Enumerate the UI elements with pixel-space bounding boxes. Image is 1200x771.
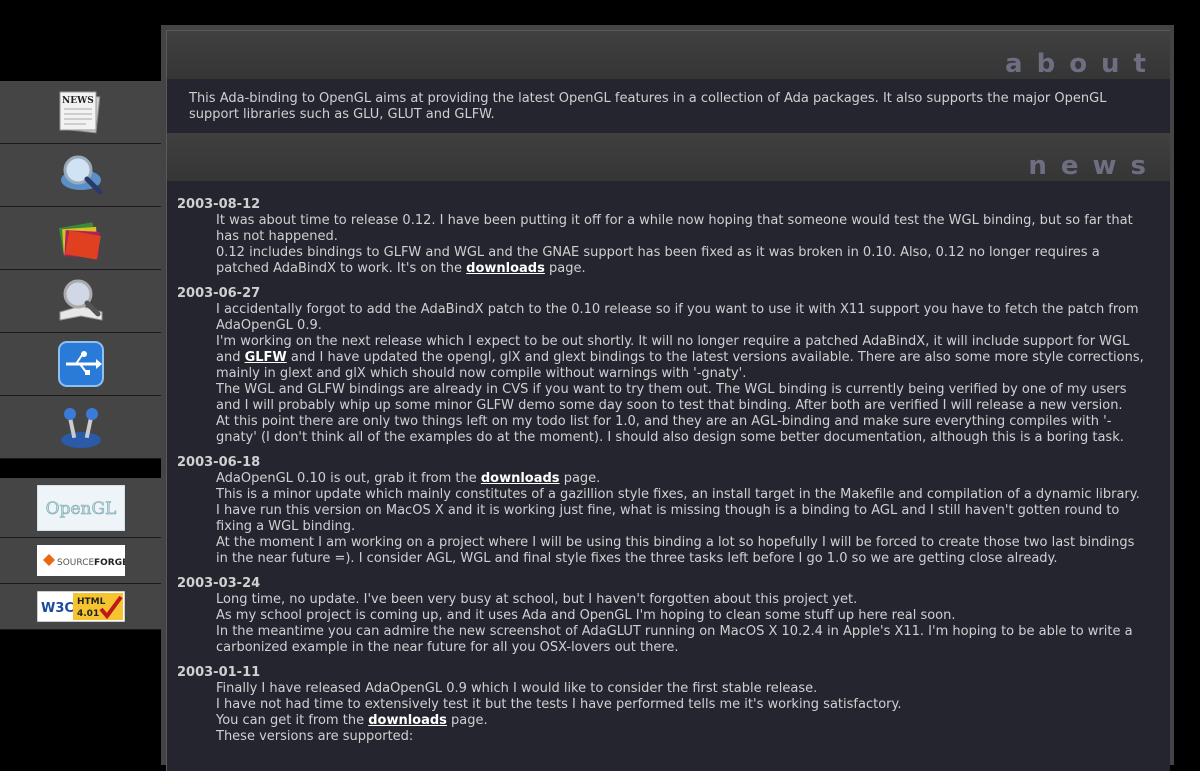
news-paragraph: This is a minor update which mainly cons… xyxy=(216,487,1140,502)
news-paragraph: At the moment I am working on a project … xyxy=(216,535,1135,566)
news-item: AdaOpenGL 0.10 is out, grab it from the … xyxy=(177,471,1150,567)
news-paragraph: 0.12 includes bindings to GLFW and WGL a… xyxy=(216,245,1100,276)
news-list: 2003-08-12 It was about time to release … xyxy=(167,181,1170,745)
svg-text:W3C: W3C xyxy=(41,601,74,616)
downloads-link[interactable]: downloads xyxy=(466,261,545,276)
nav-download-button[interactable] xyxy=(0,333,161,396)
svg-text:SOURCE: SOURCE xyxy=(57,558,94,568)
nav-search-button[interactable] xyxy=(0,144,161,207)
news-paragraph: Long time, no update. I've been very bus… xyxy=(216,592,858,607)
nav-news-button[interactable]: NEWS xyxy=(0,81,161,144)
news-paragraph: Finally I have released AdaOpenGL 0.9 wh… xyxy=(216,681,818,696)
news-paragraph: I have not had time to extensively test … xyxy=(216,697,902,712)
joystick-icon xyxy=(60,408,101,448)
sourceforge-logo: SOURCE FORGE xyxy=(36,545,125,576)
w3c-html-badge-row[interactable]: W3C HTML 4.01 xyxy=(0,584,161,630)
downloads-link[interactable]: downloads xyxy=(368,713,447,728)
about-heading: about xyxy=(1005,49,1160,79)
book-magnifier-icon xyxy=(59,279,102,321)
nav-books-button[interactable] xyxy=(0,207,161,270)
svg-text:HTML: HTML xyxy=(77,597,106,607)
nav-games-button[interactable] xyxy=(0,396,161,459)
news-item: I accidentally forgot to add the AdaBind… xyxy=(177,302,1150,446)
sidebar-gap xyxy=(0,459,161,478)
newspaper-icon: NEWS xyxy=(59,91,100,134)
about-header: about xyxy=(167,31,1170,79)
news-item: It was about time to release 0.12. I hav… xyxy=(177,213,1150,277)
news-date: 2003-08-12 xyxy=(177,197,261,212)
news-paragraph: At this point there are only two things … xyxy=(216,414,1124,445)
news-item: Long time, no update. I've been very bus… xyxy=(177,592,1150,656)
news-paragraph: The WGL and GLFW bindings are already in… xyxy=(216,382,1127,413)
news-paragraph: As my school project is coming up, and i… xyxy=(216,608,956,623)
opengl-logo: OpenGL xyxy=(36,484,125,531)
sourceforge-badge-row[interactable]: SOURCE FORGE xyxy=(0,538,161,584)
news-paragraph: I have run this version on MacOS X and i… xyxy=(216,503,1120,534)
news-heading: news xyxy=(1028,151,1160,181)
w3c-html-logo: W3C HTML 4.01 xyxy=(36,591,125,622)
usb-icon xyxy=(57,341,104,387)
nav-docs-button[interactable] xyxy=(0,270,161,333)
news-paragraph: In the meantime you can admire the new s… xyxy=(216,624,1133,655)
news-paragraph: It was about time to release 0.12. I hav… xyxy=(216,213,1133,244)
news-paragraph: These versions are supported: xyxy=(216,729,414,744)
svg-text:NEWS: NEWS xyxy=(62,96,94,106)
svg-text:FORGE: FORGE xyxy=(94,558,125,568)
news-date: 2003-06-27 xyxy=(177,286,261,301)
about-text: This Ada-binding to OpenGL aims at provi… xyxy=(189,91,1107,122)
glfw-link[interactable]: GLFW xyxy=(245,350,287,365)
news-item: Finally I have released AdaOpenGL 0.9 wh… xyxy=(177,681,1150,745)
news-paragraph: I'm working on the next release which I … xyxy=(216,334,1144,381)
news-paragraph: I accidentally forgot to add the AdaBind… xyxy=(216,302,1139,333)
svg-text:OpenGL: OpenGL xyxy=(45,499,116,519)
news-date: 2003-01-11 xyxy=(177,665,261,680)
opengl-badge-row[interactable]: OpenGL xyxy=(0,478,161,538)
books-icon xyxy=(58,222,101,260)
news-paragraph: You can get it from the downloads page. xyxy=(216,713,488,728)
downloads-link[interactable]: downloads xyxy=(481,471,560,486)
svg-text:4.01: 4.01 xyxy=(77,609,99,619)
sidebar: NEWS OpenGL SOURCE FORGE W3C HTML 4.01 xyxy=(0,81,161,630)
news-date: 2003-06-18 xyxy=(177,455,261,470)
news-header: news xyxy=(167,133,1170,181)
news-date: 2003-03-24 xyxy=(177,576,261,591)
main-frame: about This Ada-binding to OpenGL aims at… xyxy=(161,25,1174,771)
main-content: about This Ada-binding to OpenGL aims at… xyxy=(166,30,1170,771)
news-paragraph: AdaOpenGL 0.10 is out, grab it from the … xyxy=(216,471,601,486)
magnifier-icon xyxy=(60,155,102,195)
